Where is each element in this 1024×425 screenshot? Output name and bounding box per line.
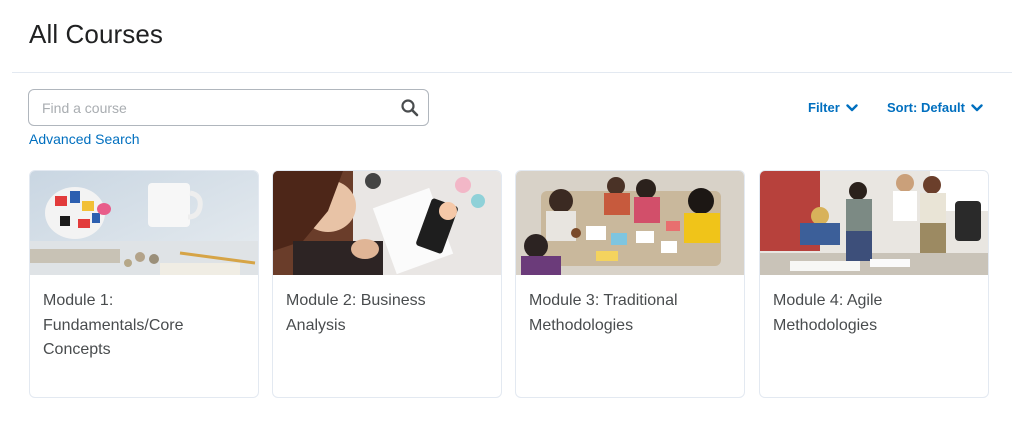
page-title: All Courses — [29, 19, 164, 49]
search-icon[interactable] — [400, 98, 420, 118]
filter-button[interactable]: Filter — [808, 100, 858, 115]
course-image-team-meeting — [516, 171, 744, 275]
course-image-piggy-bank — [30, 171, 258, 275]
course-card[interactable]: Module 4: Agile Methodologies — [759, 170, 989, 398]
course-card[interactable]: Module 3: Traditional Methodologies — [515, 170, 745, 398]
course-image-person-writing — [273, 171, 501, 275]
course-title[interactable]: Module 3: Traditional Methodologies — [529, 289, 729, 338]
chevron-down-icon — [971, 102, 983, 114]
sort-label: Sort: Default — [887, 100, 965, 115]
advanced-search-link[interactable]: Advanced Search — [29, 131, 140, 147]
header-divider — [12, 72, 1012, 73]
course-card[interactable]: Module 1: Fundamentals/Core Concepts — [29, 170, 259, 398]
course-card[interactable]: Module 2: Business Analysis — [272, 170, 502, 398]
course-title[interactable]: Module 2: Business Analysis — [286, 289, 486, 338]
course-title[interactable]: Module 4: Agile Methodologies — [773, 289, 973, 338]
course-title[interactable]: Module 1: Fundamentals/Core Concepts — [43, 289, 243, 363]
filter-label: Filter — [808, 100, 840, 115]
search-input[interactable] — [42, 90, 392, 125]
sort-button[interactable]: Sort: Default — [887, 100, 983, 115]
chevron-down-icon — [846, 102, 858, 114]
course-image-office-team — [760, 171, 988, 275]
search-box — [28, 89, 429, 126]
